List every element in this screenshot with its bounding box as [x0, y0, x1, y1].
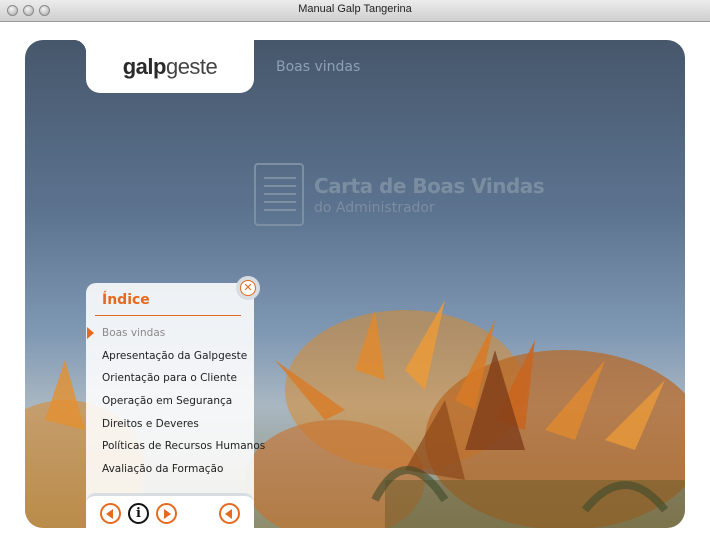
- galpgeste-logo: galpgeste: [74, 40, 254, 93]
- close-icon: ✕: [240, 280, 256, 296]
- info-button[interactable]: i: [128, 503, 149, 524]
- menu-item-label: Políticas de Recursos Humanos: [102, 440, 266, 453]
- letter-subtitle[interactable]: do Administrador: [314, 200, 435, 216]
- letter-title[interactable]: Carta de Boas Vindas: [314, 174, 545, 198]
- document-icon[interactable]: [254, 163, 304, 226]
- menu-item-label: Boas vindas: [102, 327, 166, 339]
- next-button[interactable]: [156, 503, 177, 524]
- menu-item-apresentacao[interactable]: Apresentação da Galpgeste: [102, 350, 265, 373]
- prev-button[interactable]: [100, 503, 121, 524]
- window-title: Manual Galp Tangerina: [298, 3, 412, 15]
- logo-bold-text: galp: [122, 53, 167, 79]
- menu-item-label: Operação em Segurança: [102, 395, 233, 408]
- index-divider: [95, 315, 241, 316]
- current-marker-icon: [87, 327, 94, 339]
- menu-item-operacao[interactable]: Operação em Segurança: [102, 395, 265, 418]
- section-title: Boas vindas: [276, 59, 361, 75]
- menu-item-direitos[interactable]: Direitos e Deveres: [102, 418, 265, 441]
- menu-item-orientacao[interactable]: Orientação para o Cliente: [102, 372, 265, 395]
- menu-item-politicas[interactable]: Políticas de Recursos Humanos: [102, 440, 265, 463]
- next-icon: [164, 508, 171, 519]
- menu-item-boas-vindas[interactable]: Boas vindas: [87, 327, 265, 350]
- prev-icon: [106, 508, 113, 519]
- window-titlebar: Manual Galp Tangerina: [0, 0, 710, 22]
- menu-item-label: Orientação para o Cliente: [102, 372, 237, 385]
- back-icon: [225, 508, 232, 519]
- menu-item-label: Direitos e Deveres: [102, 417, 199, 430]
- window-bottom-border: [0, 546, 710, 556]
- menu-item-label: Apresentação da Galpgeste: [102, 349, 248, 362]
- close-index-button[interactable]: ✕: [236, 276, 260, 300]
- menu-item-label: Avaliação da Formação: [102, 463, 224, 476]
- back-button[interactable]: [219, 503, 240, 524]
- logo-light-text: geste: [165, 53, 218, 79]
- index-menu: Boas vindas Apresentação da Galpgeste Or…: [87, 327, 265, 486]
- index-title: Índice: [102, 292, 150, 308]
- menu-item-avaliacao[interactable]: Avaliação da Formação: [102, 463, 265, 486]
